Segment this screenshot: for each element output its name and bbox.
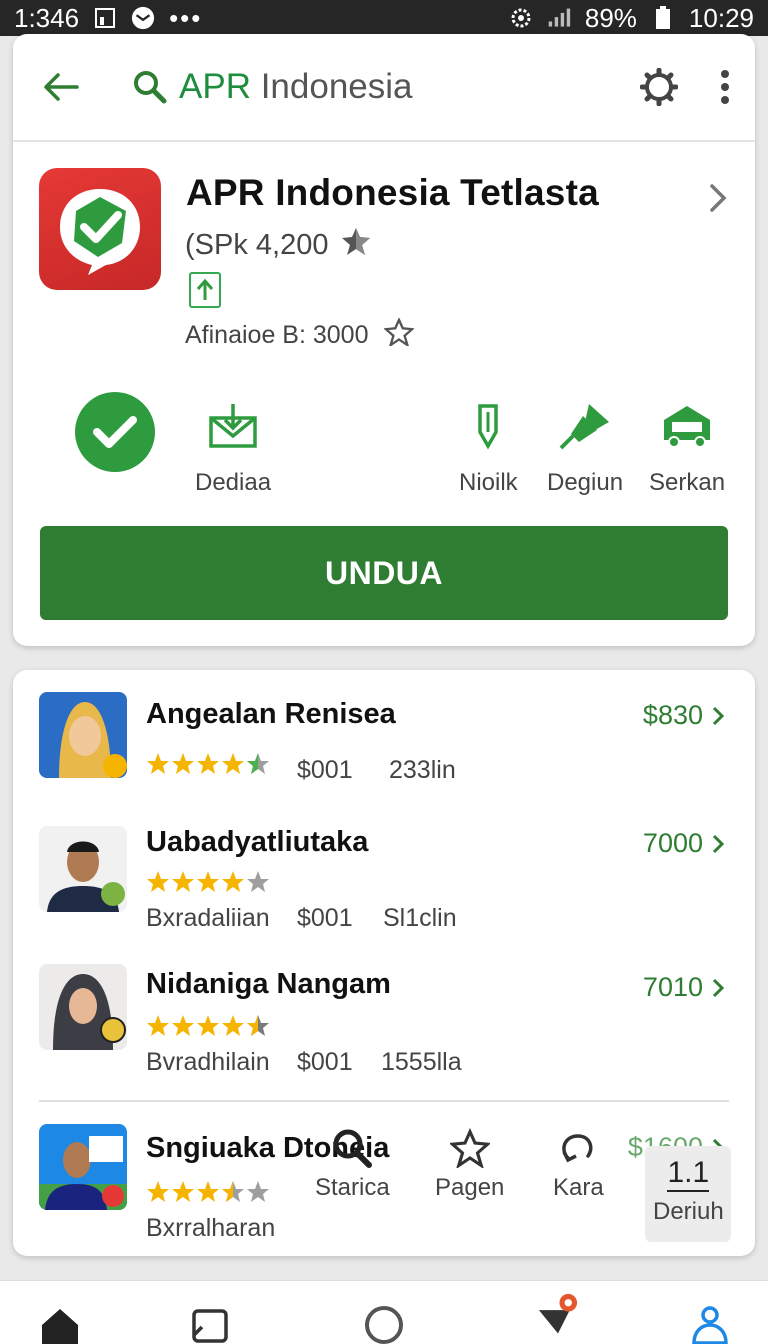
action-dediaa[interactable]: Dediaa (195, 402, 271, 497)
search-bar: APR Indonesia (13, 34, 755, 142)
app-meta-row: Afinaioe B: 3000 (185, 316, 416, 353)
app-thumbnail (39, 692, 127, 778)
mini-nav-score[interactable]: 1.1 Deriuh (653, 1158, 724, 1226)
star-outline-icon (383, 316, 416, 353)
pen-icon (468, 402, 508, 455)
list-item[interactable]: Uabadyatliutaka 7000 Bxradaliian $001 Sl… (13, 806, 755, 946)
rating-stars (146, 752, 272, 778)
app-thumbnail (39, 1124, 127, 1210)
action-nioilk[interactable]: Nioilk (459, 402, 518, 497)
search-input[interactable]: APR Indonesia (179, 67, 413, 107)
home-icon[interactable] (38, 1303, 82, 1344)
action-label: Dediaa (195, 469, 272, 496)
app-icon[interactable] (39, 168, 161, 290)
pin-icon (559, 402, 611, 455)
chevron-right-icon (712, 834, 725, 853)
app-meta: 233lin (389, 756, 456, 784)
app-name: Angealan Renisea (146, 698, 396, 730)
rating-stars (146, 1180, 272, 1206)
mini-nav-label: Kara (553, 1174, 604, 1201)
score-value: 1.1 (667, 1158, 710, 1192)
app-meta: $001 (297, 1048, 353, 1076)
app-price[interactable]: $830 (643, 700, 725, 731)
app-meta: Sl1clin (383, 904, 457, 932)
download-box-icon (207, 402, 259, 455)
signal-label: 89% (584, 2, 637, 33)
app-price-row: (SPk 4,200 (185, 226, 372, 264)
app-meta: Bvradhilain (146, 1048, 270, 1076)
search-query-prefix: APR (179, 67, 251, 106)
app-meta: $001 (297, 904, 353, 932)
gallery-icon (93, 6, 117, 30)
more-vert-icon[interactable] (715, 65, 735, 109)
library-icon[interactable] (188, 1303, 232, 1344)
app-name: Uabadyatliutaka (146, 826, 369, 858)
search-icon (133, 69, 169, 105)
status-bar: 1:346 ••• 89% 10:29 (0, 0, 768, 36)
app-price[interactable]: 7010 (643, 972, 725, 1003)
related-apps-list: Angealan Renisea $830 $001 233lin Uabady… (13, 670, 755, 1256)
app-price[interactable]: 7000 (643, 828, 725, 859)
mini-nav-star[interactable]: Pagen (435, 1128, 504, 1202)
rating-stars (146, 870, 272, 896)
verified-check-icon[interactable] (75, 392, 155, 472)
chevron-right-icon (712, 706, 725, 725)
bottom-navigation (0, 1280, 768, 1344)
action-label: Nioilk (459, 469, 518, 496)
chevron-right-icon[interactable] (707, 182, 729, 214)
app-thumbnail (39, 964, 127, 1050)
mail-icon (131, 6, 155, 30)
search-icon (333, 1129, 373, 1168)
app-title: APR Indonesia Tetlasta (186, 172, 599, 213)
mini-nav-label: Deriuh (653, 1198, 724, 1225)
app-price: (SPk 4,200 (185, 228, 329, 261)
status-time-left: 1:346 (14, 2, 80, 33)
settings-small-icon (509, 6, 533, 30)
account-icon[interactable] (688, 1303, 732, 1344)
app-meta: Afinaioe B: 3000 (185, 321, 369, 349)
status-clock: 10:29 (688, 2, 754, 33)
mini-nav-search[interactable]: Starica (315, 1128, 390, 1202)
notification-icon[interactable] (536, 1291, 580, 1335)
chevron-right-icon (712, 978, 725, 997)
mini-nav-label: Starica (315, 1174, 390, 1201)
app-meta: 1555lla (381, 1048, 462, 1076)
mini-nav-label: Pagen (435, 1174, 505, 1201)
action-serkan[interactable]: Serkan (649, 402, 725, 497)
refresh-icon (562, 1134, 593, 1163)
truck-icon (660, 402, 714, 455)
app-meta: Bxrralharan (146, 1214, 276, 1242)
app-meta: Bxradaliian (146, 904, 270, 932)
action-label: Degiun (547, 469, 624, 496)
app-meta: $001 (297, 756, 353, 784)
rating-star-icon (340, 226, 372, 264)
app-thumbnail (39, 826, 127, 912)
battery-icon (651, 6, 675, 30)
update-arrow-icon (189, 272, 221, 308)
back-arrow-icon[interactable] (41, 67, 81, 107)
install-button[interactable]: UNDUA (40, 526, 728, 620)
more-notifications-icon: ••• (169, 2, 203, 33)
star-icon (449, 1128, 490, 1168)
list-item[interactable]: Angealan Renisea $830 $001 233lin (13, 670, 755, 810)
action-degiun[interactable]: Degiun (547, 402, 623, 497)
circle-icon[interactable] (362, 1303, 406, 1344)
mini-nav-refresh[interactable]: Kara (553, 1128, 604, 1202)
action-row: Dediaa Nioilk Degiun Serkan (13, 378, 755, 508)
app-detail-card: APR Indonesia APR Indonesia Tetlasta (SP… (13, 34, 755, 646)
gear-icon[interactable] (637, 65, 681, 109)
app-name: Nidaniga Nangam (146, 968, 391, 1000)
search-query-rest: Indonesia (260, 67, 413, 106)
action-label: Serkan (649, 469, 726, 496)
app-header: APR Indonesia Tetlasta (SPk 4,200 Afinai… (13, 142, 755, 378)
rating-stars (146, 1014, 272, 1040)
list-item[interactable]: Nidaniga Nangam 7010 Bvradhilain $001 15… (13, 950, 755, 1090)
signal-icon (547, 6, 571, 30)
